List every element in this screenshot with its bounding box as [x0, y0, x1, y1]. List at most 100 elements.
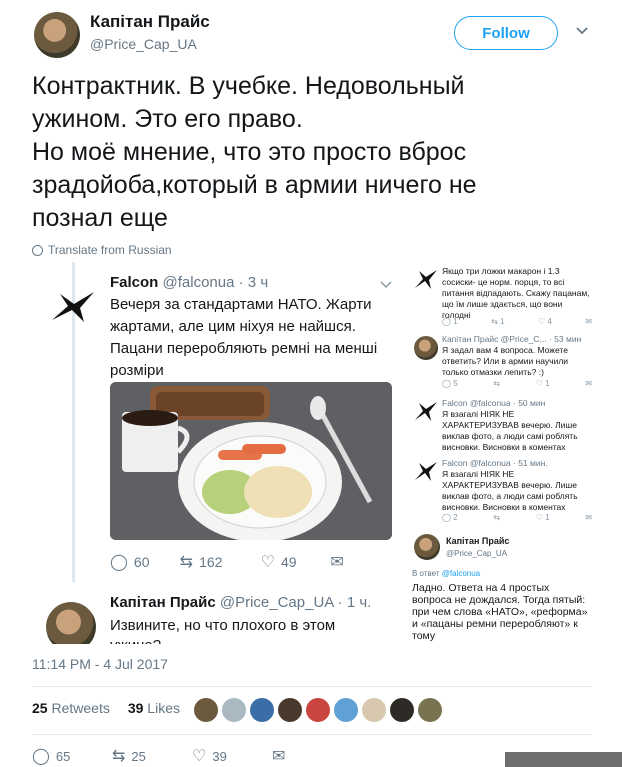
side-tweet-body: Капітан Прайс @Price_C... · 53 мин Я зад… — [442, 334, 592, 378]
falcon-tweet-actions: ◯ 60 ⇆ 162 ♡ 49 ✉ — [110, 552, 400, 572]
liker-avatar[interactable] — [278, 698, 302, 722]
like-count: 39 — [212, 748, 227, 764]
envelope-icon: ✉ — [585, 513, 592, 522]
side-tweet: Falcon @falconua · 51 мин. Я взагалі НІЯ… — [412, 458, 592, 524]
like-count: ♡ 1 — [535, 513, 550, 522]
side-last-handle: @Price_Cap_UA — [446, 549, 508, 558]
author-handle[interactable]: @Price_Cap_UA — [90, 36, 197, 52]
retweet-icon: ⇆ — [493, 513, 501, 522]
side-tweet-meta: Falcon @falconua · 51 мин. — [442, 458, 548, 468]
side-tweet: Falcon @falconua · 50 мин Я взагалі НІЯК… — [412, 398, 592, 458]
reply-handle: @Price_Cap_UA — [219, 594, 334, 611]
liker-avatar[interactable] — [362, 698, 386, 722]
retweet-button[interactable]: ⇆ 162 — [180, 552, 261, 572]
dinner-photo — [110, 382, 392, 540]
falcon-logo-icon — [52, 292, 94, 322]
reply-count: 65 — [55, 748, 71, 764]
retweets-stat[interactable]: 25 Retweets — [32, 700, 110, 716]
retweet-count: 25 — [131, 748, 146, 764]
divider — [32, 686, 592, 687]
message-button[interactable]: ✉ — [330, 552, 400, 572]
side-tweet-text: Якщо три ложки макарон і 1.3 сосиски- це… — [442, 266, 590, 320]
reply-icon: ◯ — [110, 554, 128, 571]
follow-button[interactable]: Follow — [454, 16, 558, 50]
falcon-logo-icon — [415, 402, 437, 421]
reply-count: ◯ 5 — [442, 379, 458, 388]
likes-stat[interactable]: 39 Likes — [128, 700, 180, 716]
like-count: 49 — [280, 554, 297, 570]
tweet-timestamp[interactable]: 11:14 PM - 4 Jul 2017 — [32, 656, 168, 672]
reply-tweet: Капітан Прайс @Price_Cap_UA · 1 ч. Извин… — [36, 592, 416, 644]
like-count: ♡ 4 — [537, 317, 552, 326]
side-tweet-actions: ◯ 5 ⇆ ♡ 1 ✉ — [442, 378, 592, 389]
liker-avatar[interactable] — [194, 698, 218, 722]
reply-button[interactable]: ◯ 65 — [32, 746, 112, 766]
liker-avatar[interactable] — [306, 698, 330, 722]
reply-avatar — [46, 602, 96, 644]
envelope-icon: ✉ — [272, 748, 286, 765]
reply-header: Капітан Прайс @Price_Cap_UA · 1 ч. — [110, 594, 371, 611]
reply-name: Капітан Прайс — [110, 594, 216, 611]
side-last-name: Капітан Прайс — [446, 536, 510, 546]
tweet-header: Капітан Прайс @Price_Cap_UA Follow — [28, 8, 598, 60]
liker-avatar[interactable] — [334, 698, 358, 722]
falcon-logo-icon — [415, 270, 437, 289]
envelope-icon: ✉ — [585, 379, 592, 388]
translate-label: Translate from Russian — [48, 243, 172, 257]
reply-button[interactable]: ◯ 60 — [110, 552, 180, 572]
retweet-count: 162 — [199, 554, 223, 570]
retweet-count: ⇆ 1 — [491, 317, 505, 326]
reply-count: 60 — [133, 554, 150, 570]
side-tweet-actions: ◯ 2 ⇆ ♡ 1 ✉ — [442, 512, 592, 523]
envelope-icon: ✉ — [330, 554, 344, 571]
falcon-handle: @falconua — [162, 274, 235, 291]
retweet-button[interactable]: ⇆ 25 — [112, 746, 192, 766]
heart-icon: ♡ — [192, 748, 207, 765]
reply-icon: ◯ — [32, 748, 50, 765]
liker-avatar[interactable] — [250, 698, 274, 722]
embedded-screenshot[interactable]: Falcon @falconua · 3 ч Вечеря за стандар… — [36, 262, 592, 644]
dinner-photo-drawing — [110, 382, 392, 540]
side-tweet: Капітан Прайс @Price_C... · 53 мин Я зад… — [412, 334, 592, 394]
side-tweet-meta: Falcon @falconua · 50 мин — [442, 398, 546, 408]
retweet-icon: ⇆ — [179, 554, 194, 571]
falcon-time: · 3 ч — [238, 274, 269, 291]
liker-avatar[interactable] — [390, 698, 414, 722]
liker-avatar[interactable] — [418, 698, 442, 722]
side-tweet-body: Falcon @falconua · 51 мин. Я взагалі НІЯ… — [442, 458, 592, 513]
overlay-bar — [505, 752, 622, 767]
tweet-line: зрадойоба,который в армии ничего не — [32, 171, 477, 199]
side-last-reply-to: В ответ @falconua — [412, 569, 481, 578]
like-button[interactable]: ♡ 49 — [261, 552, 331, 572]
tweet-text: Контрактник. В учебке. Недовольный ужино… — [32, 70, 592, 235]
side-avatar — [414, 534, 440, 560]
retweet-icon: ⇆ — [112, 748, 126, 765]
chevron-down-icon — [380, 281, 392, 289]
tweet-actions: ◯ 65 ⇆ 25 ♡ 39 ✉ — [32, 746, 352, 766]
author-name[interactable]: Капітан Прайс — [90, 12, 210, 32]
like-count: ♡ 1 — [535, 379, 550, 388]
message-button[interactable]: ✉ — [272, 746, 352, 766]
tweet-line: ужином. Это его право. — [32, 105, 303, 133]
liker-avatar[interactable] — [222, 698, 246, 722]
falcon-name: Falcon — [110, 274, 159, 291]
falcon-tweet-text: Вечеря за стандартами НАТО. Жарти жартам… — [110, 296, 378, 379]
like-button[interactable]: ♡ 39 — [192, 746, 272, 766]
tweet-line: познал еще — [32, 204, 168, 232]
side-tweet: Якщо три ложки макарон і 1.3 сосиски- це… — [412, 266, 592, 328]
side-tweet-body: Falcon @falconua · 50 мин Я взагалі НІЯК… — [442, 398, 592, 453]
tweet-line: Контрактник. В учебке. Недовольный — [32, 72, 465, 100]
author-avatar[interactable] — [34, 12, 80, 58]
side-avatar — [414, 336, 438, 360]
tweet-line: Но моё мнение, что это просто вброс — [32, 138, 467, 166]
retweet-icon: ⇆ — [493, 379, 501, 388]
translate-link[interactable]: Translate from Russian — [32, 243, 172, 257]
reply-text: Извините, но что плохого в этом ужине? — [110, 617, 336, 644]
chevron-down-icon[interactable] — [574, 22, 590, 38]
globe-icon — [32, 244, 43, 256]
falcon-tweet-header: Falcon @falconua · 3 ч — [110, 274, 268, 291]
reply-time: · 1 ч. — [337, 594, 372, 611]
divider — [32, 734, 592, 735]
side-tweet-meta: Капітан Прайс @Price_C... · 53 мин — [442, 334, 582, 344]
likers-avatars — [194, 698, 442, 722]
